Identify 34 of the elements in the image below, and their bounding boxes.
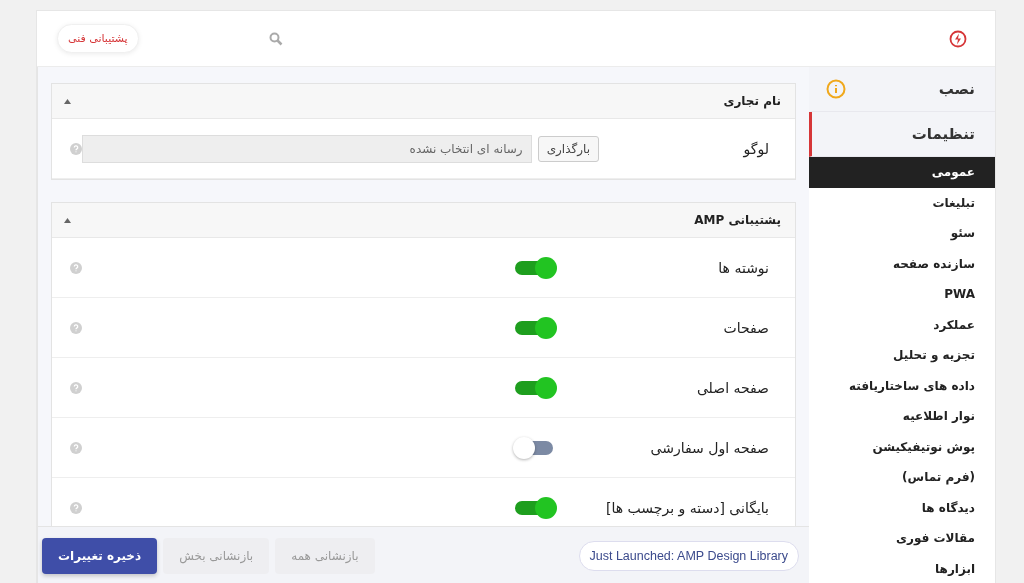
setting-label: صفحه اول سفارشی xyxy=(649,439,769,456)
setting-label: لوگو xyxy=(742,140,769,157)
upload-button[interactable]: بارگذاری xyxy=(537,135,599,162)
sidebar-item[interactable]: عملکرد xyxy=(809,309,995,340)
sidebar-item[interactable]: عمومی xyxy=(809,157,995,188)
sidebar-item[interactable]: (فرم تماس) xyxy=(809,462,995,493)
sidebar-item[interactable]: PWA xyxy=(809,279,995,310)
sidebar-item[interactable]: ابزارها xyxy=(809,553,995,583)
support-button[interactable]: پشتیبانی فنی xyxy=(57,24,139,53)
panel-title: نام تجاری xyxy=(723,94,781,108)
setting-label: بایگانی [دسته و برچسب ها] xyxy=(605,499,769,516)
announcement-link[interactable]: Just Launched: AMP Design Library xyxy=(578,540,799,571)
sidebar-item[interactable]: نوار اطلاعیه xyxy=(809,401,995,432)
setting-label: صفحه اصلی xyxy=(695,379,769,396)
setting-label: نوشته ها xyxy=(717,259,769,276)
search-icon[interactable] xyxy=(268,31,283,46)
info-icon xyxy=(826,79,846,99)
power-logo-icon xyxy=(949,29,967,48)
sidebar-item[interactable]: دیدگاه ها xyxy=(809,492,995,523)
sidebar-item[interactable]: تجزیه و تحلیل xyxy=(809,340,995,371)
sidebar-section[interactable]: تنظیمات xyxy=(809,112,995,157)
sidebar-item[interactable]: سازنده صفحه xyxy=(809,248,995,279)
collapse-caret-icon[interactable] xyxy=(64,217,71,223)
sidebar-item[interactable]: سئو xyxy=(809,218,995,249)
sidebar-item[interactable]: مقالات فوری xyxy=(809,523,995,554)
sidebar-item[interactable]: پوش نوتیفیکیشن xyxy=(809,431,995,462)
panel-title: پشتیبانی AMP xyxy=(694,213,781,227)
sidebar-item[interactable]: تبلیغات xyxy=(809,187,995,218)
sidebar-item[interactable]: داده های ساختاریافته xyxy=(809,370,995,401)
media-field[interactable]: رسانه ای انتخاب نشده xyxy=(82,134,532,163)
collapse-caret-icon[interactable] xyxy=(64,98,71,104)
save-button[interactable]: ذخیره تغییرات xyxy=(42,537,158,574)
sidebar-section[interactable]: نصب xyxy=(809,67,995,112)
setting-label: صفحات xyxy=(722,319,769,336)
